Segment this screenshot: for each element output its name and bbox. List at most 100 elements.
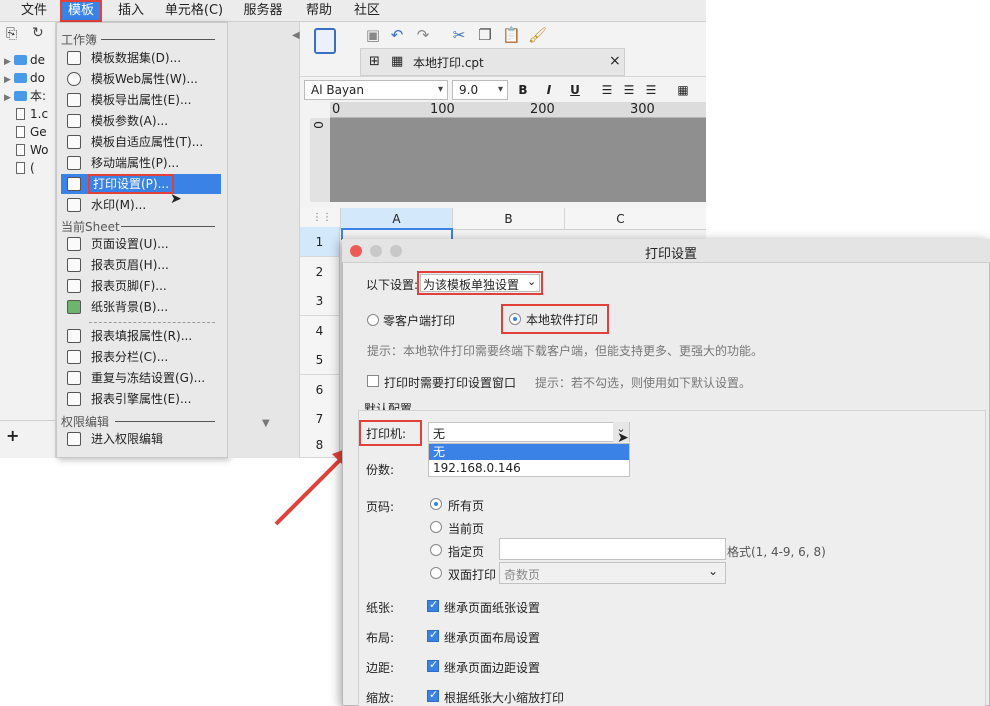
cut-icon[interactable]: ✂: [450, 26, 468, 44]
row-header[interactable]: 1: [300, 227, 340, 257]
zoom-window-button[interactable]: [390, 245, 402, 257]
column-a-header[interactable]: A: [340, 208, 452, 230]
undo-icon[interactable]: ↶: [388, 26, 406, 44]
menu-item-page-setup[interactable]: 页面设置(U)...: [61, 234, 221, 254]
menu-item-mobile[interactable]: 移动端属性(P)...: [61, 153, 221, 173]
add-icon[interactable]: +: [6, 426, 19, 445]
local-print-radio[interactable]: [509, 313, 521, 325]
need-dialog-checkbox[interactable]: [367, 375, 379, 387]
scale-label: 缩放:: [366, 691, 395, 705]
specified-pages-input[interactable]: [499, 538, 726, 560]
zero-client-radio[interactable]: [367, 314, 379, 326]
tree-item[interactable]: ▶ de: [4, 51, 56, 69]
paste-icon[interactable]: 📋: [502, 26, 521, 44]
layout-inherit-checkbox[interactable]: [427, 628, 439, 642]
menu-cell[interactable]: 单元格(C): [164, 0, 224, 22]
italic-button[interactable]: I: [540, 81, 558, 99]
margin-inherit-checkbox[interactable]: [427, 658, 439, 672]
file-tree-panel: ⎘ ↻ ▶ de ▶ do ▶ 本: 1.c Ge Wo ( +: [0, 22, 56, 458]
preview-icon[interactable]: [314, 28, 336, 54]
collapse-left-icon[interactable]: ◀: [292, 30, 300, 41]
border-icon[interactable]: ▦: [674, 81, 692, 99]
tree-item[interactable]: 1.c: [4, 105, 56, 123]
menu-item-header[interactable]: 报表页眉(H)...: [61, 255, 221, 275]
copy-icon[interactable]: ❐: [476, 26, 494, 44]
file-icon: [16, 126, 25, 138]
tree-item[interactable]: Wo: [4, 141, 56, 159]
menu-item-permission-edit[interactable]: 进入权限编辑: [61, 429, 221, 449]
menu-item-freeze[interactable]: 重复与冻结设置(G)...: [61, 368, 221, 388]
specified-pages-radio[interactable]: [430, 544, 442, 556]
font-size-select[interactable]: 9.0 ▾: [452, 80, 508, 100]
format-painter-icon[interactable]: 🖌: [528, 26, 547, 44]
printer-option[interactable]: 192.168.0.146: [429, 460, 629, 476]
current-page-radio[interactable]: [430, 521, 442, 533]
tree-item[interactable]: ▶ do: [4, 69, 56, 87]
menu-item-dataset[interactable]: 模板数据集(D)...: [61, 48, 221, 68]
menu-item-watermark[interactable]: 水印(M)...: [61, 195, 221, 215]
row-header[interactable]: 4: [300, 316, 340, 346]
grid-corner-icon[interactable]: ⋮⋮: [312, 212, 332, 223]
column-b-header[interactable]: B: [452, 208, 564, 230]
scroll-down-icon[interactable]: ▼: [262, 418, 270, 429]
header-icon: [67, 258, 81, 272]
row-header[interactable]: 6: [300, 375, 340, 405]
toolbar-left: [300, 22, 360, 76]
menu-item-footer[interactable]: 报表页脚(F)...: [61, 276, 221, 296]
column-c-header[interactable]: C: [564, 208, 676, 230]
menu-item-print-settings[interactable]: 打印设置(P)...: [61, 174, 221, 194]
tab-document[interactable]: ⊞ ▦ 本地打印.cpt ×: [360, 48, 625, 76]
menu-item-columns[interactable]: 报表分栏(C)...: [61, 347, 221, 367]
menu-item-fill-attr[interactable]: 报表填报属性(R)...: [61, 326, 221, 346]
close-tab-icon[interactable]: ×: [609, 53, 621, 69]
image-icon: [67, 300, 81, 314]
printer-select[interactable]: 无 ⌄: [428, 422, 630, 442]
menu-item-params[interactable]: 模板参数(A)...: [61, 111, 221, 131]
underline-button[interactable]: U: [566, 81, 584, 99]
scale-checkbox[interactable]: [427, 688, 439, 702]
menu-item-engine[interactable]: 报表引擎属性(E)...: [61, 389, 221, 409]
adaptive-icon: [67, 135, 81, 149]
paper-inherit-checkbox[interactable]: [427, 598, 439, 612]
design-canvas[interactable]: [330, 118, 706, 202]
tree-item[interactable]: (: [4, 159, 56, 177]
menu-file[interactable]: 文件: [18, 0, 50, 22]
duplex-select[interactable]: 奇数页 ⌄: [499, 562, 726, 584]
refresh-icon[interactable]: ↻: [32, 25, 44, 41]
printer-label-box: 打印机:: [359, 420, 422, 446]
new-folder-icon[interactable]: ⎘: [6, 26, 17, 42]
printer-option[interactable]: 无: [429, 444, 629, 460]
save-icon[interactable]: ▣: [364, 26, 382, 44]
minimize-window-button[interactable]: [370, 245, 382, 257]
bold-button[interactable]: B: [514, 81, 532, 99]
columns-icon: [67, 350, 81, 364]
menu-community[interactable]: 社区: [350, 0, 384, 22]
menu-item-adaptive[interactable]: 模板自适应属性(T)...: [61, 132, 221, 152]
menu-server[interactable]: 服务器: [240, 0, 286, 22]
menu-help[interactable]: 帮助: [302, 0, 336, 22]
duplex-radio[interactable]: [430, 567, 442, 579]
close-window-button[interactable]: [350, 245, 362, 257]
current-page-label: 当前页: [448, 522, 485, 536]
tree-item[interactable]: ▶ 本:: [4, 87, 56, 105]
local-print-option[interactable]: 本地软件打印: [501, 304, 609, 334]
menu-template[interactable]: 模板: [60, 0, 102, 22]
row-header[interactable]: 3: [300, 286, 340, 316]
all-pages-radio[interactable]: [430, 498, 442, 510]
row-header[interactable]: 5: [300, 345, 340, 375]
font-select[interactable]: Al Bayan ▾: [304, 80, 448, 100]
menu-item-export-attr[interactable]: 模板导出属性(E)...: [61, 90, 221, 110]
align-left-icon[interactable]: ☰: [598, 81, 616, 99]
row-header[interactable]: 2: [300, 257, 340, 287]
menu-insert[interactable]: 插入: [114, 0, 148, 22]
menu-item-web-attr[interactable]: 模板Web属性(W)...: [61, 69, 221, 89]
tree-item[interactable]: Ge: [4, 123, 56, 141]
permission-icon: [67, 432, 81, 446]
menu-item-background[interactable]: 纸张背景(B)...: [61, 297, 221, 317]
row-header[interactable]: 7: [300, 404, 340, 434]
redo-icon[interactable]: ↷: [414, 26, 432, 44]
align-center-icon[interactable]: ☰: [620, 81, 638, 99]
align-right-icon[interactable]: ☰: [642, 81, 660, 99]
setting-scope-select[interactable]: 为该模板单独设置 ⌄: [417, 271, 543, 295]
page-icon: [67, 237, 81, 251]
